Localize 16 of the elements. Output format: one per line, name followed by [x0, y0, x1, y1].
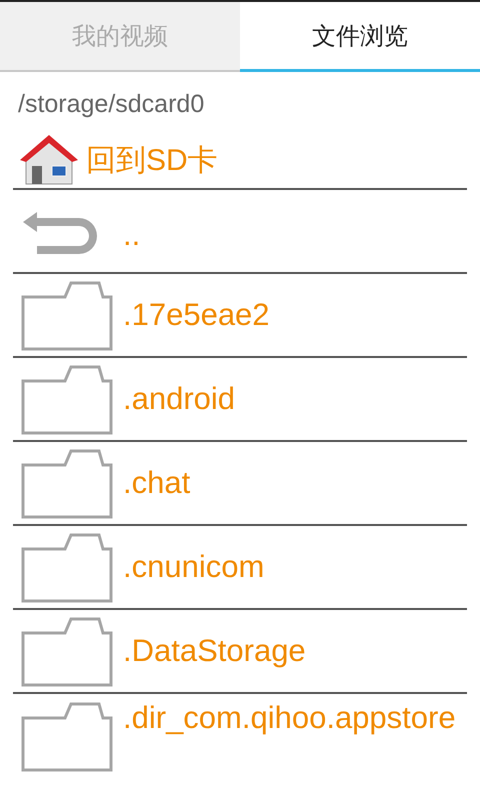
folder-icon	[21, 363, 113, 435]
folder-icon	[21, 447, 113, 519]
folder-icon	[21, 531, 113, 603]
file-list-item[interactable]: .DataStorage	[13, 610, 467, 694]
folder-icon	[21, 279, 113, 351]
file-list-item[interactable]: .dir_com.qihoo.appstore	[13, 694, 467, 772]
file-list-item[interactable]: .17e5eae2	[13, 274, 467, 358]
file-list-item[interactable]: .chat	[13, 442, 467, 526]
file-list-item[interactable]: .cnunicom	[13, 526, 467, 610]
home-link[interactable]: 回到SD卡	[0, 124, 480, 188]
tab[interactable]: 我的视频	[0, 2, 240, 72]
folder-icon	[21, 615, 113, 687]
path-label: /storage/sdcard0	[17, 89, 206, 120]
folder-icon	[21, 700, 113, 772]
file-list-item[interactable]: .android	[13, 358, 467, 442]
file-list-item[interactable]: ..	[13, 190, 467, 274]
